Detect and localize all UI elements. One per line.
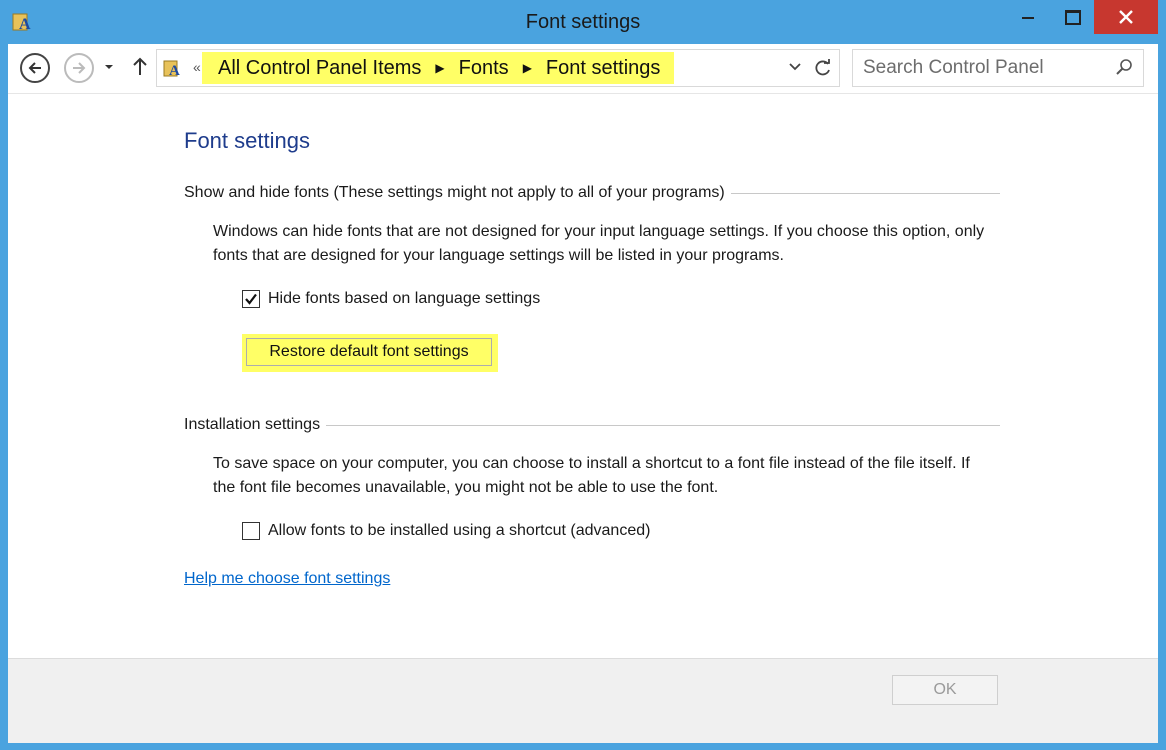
hide-fonts-checkbox[interactable] (242, 290, 260, 308)
installation-settings-header: Installation settings (184, 416, 1000, 434)
font-settings-window: A Font settings A « All Control Panel It… (0, 0, 1166, 750)
dialog-footer: OK (8, 658, 1158, 743)
search-icon[interactable] (1115, 58, 1133, 76)
navigation-bar: A « All Control Panel Items ▶ Fonts ▶ Fo… (8, 44, 1158, 93)
main-content: Font settings Show and hide fonts (These… (8, 93, 1158, 659)
breadcrumb-item-all-control-panel-items[interactable]: All Control Panel Items (218, 57, 421, 80)
show-hide-fonts-header-text: Show and hide fonts (These settings migh… (184, 184, 725, 201)
show-hide-description: Windows can hide fonts that are not desi… (213, 223, 985, 264)
minimize-button[interactable] (1010, 0, 1044, 34)
breadcrumb-overflow-icon[interactable]: « (193, 59, 201, 75)
back-arrow-icon (28, 62, 41, 74)
refresh-icon[interactable] (813, 58, 833, 78)
breadcrumb: All Control Panel Items ▶ Fonts ▶ Font s… (202, 52, 675, 84)
breadcrumb-item-font-settings[interactable]: Font settings (546, 57, 661, 80)
restore-default-font-settings-button[interactable]: Restore default font settings (246, 338, 492, 366)
fonts-folder-icon: A (163, 60, 180, 78)
back-button[interactable] (20, 53, 50, 83)
installation-settings-header-text: Installation settings (184, 416, 321, 433)
divider (730, 192, 1000, 194)
up-arrow-icon[interactable] (132, 56, 148, 76)
allow-shortcut-checkbox-row[interactable]: Allow fonts to be installed using a shor… (242, 522, 650, 540)
checkmark-icon (245, 293, 257, 305)
page-title: Font settings (184, 128, 310, 153)
svg-text:A: A (169, 63, 180, 78)
restore-button-highlight: Restore default font settings (242, 334, 498, 372)
hide-fonts-checkbox-row[interactable]: Hide fonts based on language settings (242, 290, 540, 308)
breadcrumb-separator-icon[interactable]: ▶ (435, 61, 444, 75)
allow-shortcut-label[interactable]: Allow fonts to be installed using a shor… (268, 522, 650, 540)
close-button[interactable] (1094, 0, 1158, 34)
allow-shortcut-checkbox[interactable] (242, 522, 260, 540)
search-box[interactable] (852, 49, 1144, 87)
breadcrumb-item-fonts[interactable]: Fonts (459, 57, 509, 80)
window-title: Font settings (525, 11, 641, 33)
breadcrumb-separator-icon[interactable]: ▶ (523, 61, 532, 75)
recent-locations-dropdown-icon[interactable] (104, 64, 114, 70)
search-input[interactable] (863, 57, 1103, 79)
help-me-choose-link[interactable]: Help me choose font settings (184, 570, 390, 588)
divider (326, 424, 1000, 426)
forward-button[interactable] (64, 53, 94, 83)
hide-fonts-label[interactable]: Hide fonts based on language settings (268, 290, 540, 308)
title-bar: A Font settings (0, 0, 1166, 44)
chevron-down-icon[interactable] (789, 63, 801, 71)
show-hide-fonts-header: Show and hide fonts (These settings migh… (184, 184, 1000, 202)
maximize-button[interactable] (1054, 0, 1088, 34)
forward-arrow-icon (73, 62, 86, 74)
ok-button[interactable]: OK (892, 675, 998, 705)
installation-description: To save space on your computer, you can … (213, 455, 970, 496)
address-bar[interactable]: A « All Control Panel Items ▶ Fonts ▶ Fo… (156, 49, 840, 87)
close-icon (1119, 10, 1133, 24)
